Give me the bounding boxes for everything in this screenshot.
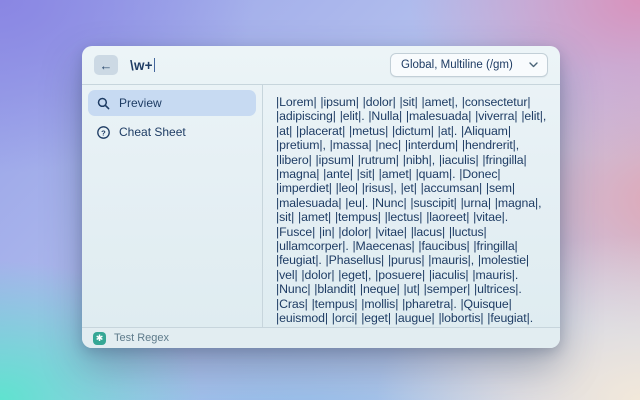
app-asterisk-icon: ✱ <box>93 332 106 345</box>
preview-text: |Lorem| |ipsum| |dolor| |sit| |amet|, |c… <box>276 95 547 327</box>
text-cursor <box>154 58 156 72</box>
search-icon <box>97 97 110 110</box>
app-title: Test Regex <box>114 332 169 344</box>
desktop-background: ← \w+ Global, Multiline (/gm) Preview <box>0 0 640 400</box>
regex-pattern-text: \w+ <box>130 58 153 73</box>
sidebar-item-label: Preview <box>119 96 162 110</box>
flags-dropdown[interactable]: Global, Multiline (/gm) <box>390 53 548 77</box>
chevron-down-icon <box>529 62 538 68</box>
preview-pane[interactable]: |Lorem| |ipsum| |dolor| |sit| |amet|, |c… <box>263 85 560 327</box>
flags-dropdown-value: Global, Multiline (/gm) <box>401 59 513 71</box>
toolbar: ← \w+ Global, Multiline (/gm) <box>82 46 560 85</box>
help-icon: ? <box>97 126 110 139</box>
back-arrow-icon: ← <box>100 59 113 72</box>
regex-pattern-input[interactable]: \w+ <box>130 58 155 73</box>
window-body: Preview ? Cheat Sheet |Lorem| |ipsum| |d… <box>82 85 560 327</box>
status-bar: ✱ Test Regex <box>82 327 560 348</box>
sidebar: Preview ? Cheat Sheet <box>82 85 263 327</box>
regex-app-window: ← \w+ Global, Multiline (/gm) Preview <box>82 46 560 348</box>
sidebar-item-cheat-sheet[interactable]: ? Cheat Sheet <box>88 119 256 145</box>
sidebar-item-label: Cheat Sheet <box>119 125 186 139</box>
svg-text:?: ? <box>101 128 106 137</box>
back-button[interactable]: ← <box>94 55 118 75</box>
sidebar-item-preview[interactable]: Preview <box>88 90 256 116</box>
